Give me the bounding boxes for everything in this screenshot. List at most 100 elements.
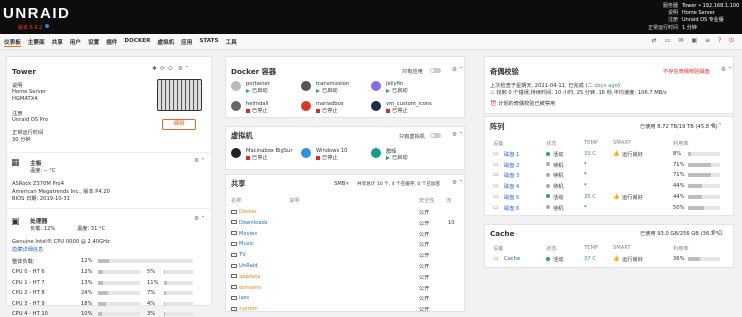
disk-smart[interactable]: 运行良好 [622,194,643,201]
array-controls[interactable]: ⚙ ⌃ [711,123,722,129]
shares-controls[interactable]: ⚙ ⌃ [452,180,463,186]
status-dot [546,194,550,199]
uptime-label: 正常运行时间 [12,130,44,136]
version-label[interactable]: 版本 6.9.2 [18,24,42,31]
disk-name[interactable]: 磁盘 6 [504,205,519,212]
motherboard-icon: ▦ [11,158,20,168]
mb-controls[interactable]: ⚙ ⌃ [194,158,205,164]
hide-details-link[interactable]: 隐藏详细信息 [12,246,43,253]
stop-icon [316,155,320,160]
unraid-logo: UNRAID [3,5,71,22]
vm-icon[interactable] [371,148,381,158]
cpu-controls[interactable]: ⚙ ⌃ [194,216,205,222]
container-icon[interactable] [301,81,311,91]
settings-icon[interactable]: ✱ [152,66,157,72]
container-icon[interactable] [371,81,381,91]
container-icon[interactable] [231,81,241,91]
tab-settings[interactable]: 设置 [88,38,99,47]
disk-icon: ▭ [493,192,499,200]
chevron-up-icon[interactable]: ⌃ [185,66,190,72]
tab-dashboard[interactable]: 仪表板 [4,38,21,47]
share-row[interactable]: isos [231,295,249,301]
ssd-icon: ▭ [493,255,499,262]
share-row[interactable]: appdata [231,274,260,280]
cpu-icon: ▣ [11,217,20,227]
disk-name[interactable]: 磁盘 1 [504,151,519,158]
tab-shares[interactable]: 共享 [52,38,63,47]
disk-name[interactable]: 磁盘 5 [504,194,519,201]
chevron-down-icon[interactable]: ▾ [346,181,349,187]
help-icon[interactable]: ? [718,37,721,45]
container-icon[interactable] [371,101,381,111]
cache-name[interactable]: Cache [504,256,520,262]
disk-temp: * [584,204,587,211]
share-row[interactable]: domains [231,285,261,291]
tab-docker[interactable]: DOCKER [124,38,150,47]
disk-smart[interactable]: 运行良好 [622,151,643,158]
cache-smart[interactable]: 运行良好 [622,256,643,263]
parity-controls[interactable]: ⚙ ⌃ [721,67,732,73]
folder-icon [231,274,237,279]
tab-apps[interactable]: 应用 [181,38,192,47]
tab-main[interactable]: 主要面 [28,38,45,47]
share-row[interactable]: Music [231,241,254,247]
tab-users[interactable]: 用户 [70,38,81,47]
monitor-icon[interactable]: ▣ [691,37,697,45]
remote-icon[interactable]: ⇄ [652,37,657,45]
col-desc: 说明 [289,198,300,204]
disk-util-bar [688,194,720,199]
share-row[interactable]: system [231,306,258,312]
cache-util-pct: 36% [673,256,685,262]
tab-plugins[interactable]: 插件 [106,38,117,47]
terminal-icon[interactable]: ▭ [665,37,671,45]
tower-title: Tower [12,67,36,76]
share-row[interactable]: Docker [231,209,257,215]
tab-vms[interactable]: 虚拟机 [157,38,174,47]
docker-controls[interactable]: ⚙ ⌃ [452,67,463,73]
share-row[interactable]: TV [231,252,246,258]
vm-controls[interactable]: ⚙ ⌃ [452,132,463,138]
disk-status: 待机 [553,173,564,180]
share-row[interactable]: Movies [231,231,257,237]
disk-util-pct: 44% [673,193,685,200]
container-icon[interactable] [231,101,241,111]
disk-name[interactable]: 磁盘 2 [504,162,519,169]
info-icon[interactable] [45,24,49,28]
tab-tools[interactable]: 工具 [226,38,237,47]
disk-status: 待机 [553,205,564,212]
gear-icon[interactable]: ⚙ [178,66,183,72]
vm-icon[interactable] [301,148,311,158]
tab-stats[interactable]: STATS [199,38,218,47]
disk-icon: ▭ [493,203,499,211]
disk-temp: 33 C [584,151,596,157]
folder-icon [231,295,237,300]
play-icon [386,88,390,93]
mb-vendor: American Megatrends Inc., 版本 P4.20 [12,189,110,195]
vm-autostart-label: 只有虚拟机 [399,134,425,140]
cache-controls[interactable]: ⚙ ⌃ [711,230,722,236]
reload-icon[interactable]: ⟳ [160,66,165,72]
stop-icon [246,155,250,160]
folder-icon [231,231,237,236]
docker-autostart-toggle[interactable] [430,68,441,73]
overall-load-pct: 12% [81,258,93,264]
edit-button[interactable]: 编辑 [162,119,196,130]
vm-icon[interactable] [231,148,241,158]
disk-name[interactable]: 磁盘 3 [504,172,519,179]
disk-temp: * [584,183,587,190]
container-icon[interactable] [301,101,311,111]
container-state: 已启动 [246,87,268,94]
shares-filter-select[interactable]: SMB [334,181,345,187]
log-icon[interactable]: ≡ [705,37,710,45]
power-icon[interactable]: ⏻ [729,37,734,45]
share-security: 公开 [419,231,430,238]
share-row[interactable]: Downloads [231,220,268,226]
cache-status: 活动 [553,257,564,263]
disk-name[interactable]: 磁盘 4 [504,183,519,190]
vm-autostart-toggle[interactable] [430,133,441,138]
feedback-icon[interactable]: ✉ [678,37,683,45]
share-security: 公开 [419,274,430,281]
power-icon[interactable]: ⏻ [168,66,172,72]
share-row[interactable]: UnRaid [231,263,258,269]
thread-load-a: 10% [81,311,93,317]
